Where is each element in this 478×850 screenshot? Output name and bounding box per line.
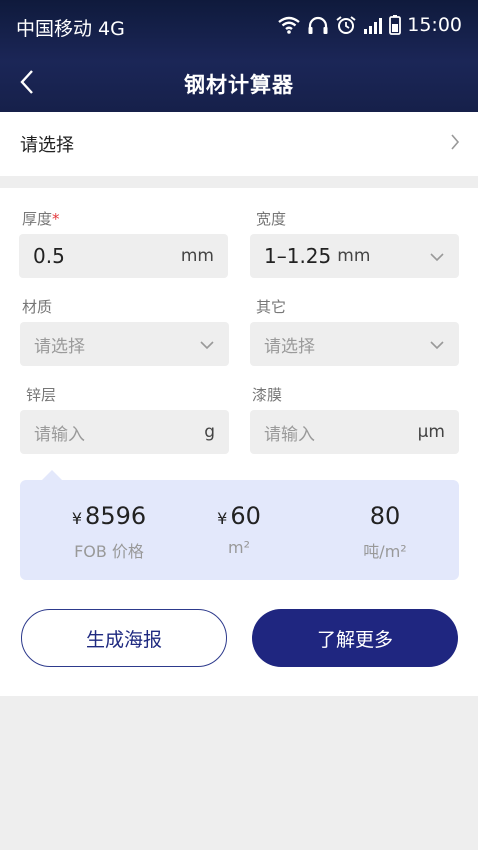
- status-icons: 15:00: [277, 14, 462, 36]
- thickness-value: 0.5: [33, 244, 65, 268]
- nav-bar: 钢材计算器: [0, 55, 478, 112]
- status-time: 15:00: [407, 14, 462, 36]
- material-label: 材质: [22, 298, 53, 316]
- app-header: 中国移动 4G 15:00 钢材计算器: [0, 0, 478, 112]
- required-mark: *: [52, 210, 60, 228]
- width-unit: mm: [337, 246, 371, 266]
- result-pointer: [42, 470, 62, 480]
- category-select-row[interactable]: 请选择: [0, 112, 478, 176]
- battery-icon: [389, 15, 402, 35]
- status-bar: 中国移动 4G 15:00: [0, 0, 478, 55]
- currency-symbol: ¥: [217, 509, 228, 528]
- chevron-down-icon: [199, 335, 215, 354]
- headphones-icon: [307, 15, 329, 35]
- zinc-label: 锌层: [26, 386, 57, 404]
- other-select[interactable]: 请选择: [250, 322, 459, 366]
- wifi-icon: [277, 15, 301, 35]
- generate-poster-button[interactable]: 生成海报: [21, 609, 227, 667]
- result-price-label: FOB 价格: [74, 542, 144, 561]
- result-area: ¥60 m²: [166, 480, 312, 580]
- paint-label: 漆膜: [252, 386, 283, 404]
- paint-input[interactable]: 请输入 μm: [250, 410, 459, 454]
- weight-number: 80: [369, 502, 401, 530]
- result-panel: ¥8596 FOB 价格 ¥60 m² 80 吨/m²: [20, 480, 459, 580]
- result-price: ¥8596 FOB 价格: [36, 480, 182, 580]
- zinc-unit: g: [204, 422, 215, 442]
- result-weight-label: 吨/m²: [363, 542, 407, 561]
- result-weight-value: 80: [312, 502, 458, 530]
- alarm-icon: [335, 15, 357, 35]
- price-number: 8596: [85, 502, 147, 530]
- category-select-label: 请选择: [20, 135, 74, 156]
- result-weight: 80 吨/m²: [312, 480, 458, 580]
- thickness-label: 厚度*: [22, 208, 60, 229]
- thickness-unit: mm: [180, 246, 214, 266]
- paint-unit: μm: [417, 422, 445, 442]
- currency-symbol: ¥: [71, 509, 83, 528]
- zinc-placeholder: 请输入: [34, 424, 85, 445]
- carrier-label: 中国移动 4G: [16, 18, 125, 40]
- width-label: 宽度: [256, 210, 287, 228]
- signal-icon: [363, 16, 383, 34]
- area-number: 60: [230, 502, 261, 530]
- result-area-value: ¥60: [166, 502, 312, 530]
- material-select[interactable]: 请选择: [20, 322, 229, 366]
- chevron-down-icon: [429, 247, 445, 266]
- chevron-down-icon: [429, 335, 445, 354]
- other-placeholder: 请选择: [264, 336, 315, 357]
- width-value: 1–1.25: [264, 244, 332, 268]
- thickness-label-text: 厚度: [22, 210, 53, 228]
- chevron-right-icon: [450, 133, 460, 155]
- other-label: 其它: [256, 298, 287, 316]
- zinc-input[interactable]: 请输入 g: [20, 410, 229, 454]
- result-price-value: ¥8596: [36, 502, 182, 530]
- paint-placeholder: 请输入: [264, 424, 315, 445]
- result-area-label: m²: [228, 538, 250, 557]
- page-title: 钢材计算器: [184, 73, 294, 97]
- width-select[interactable]: 1–1.25 mm: [250, 234, 459, 278]
- thickness-input[interactable]: 0.5 mm: [19, 234, 228, 278]
- calculator-form: 厚度* 0.5 mm 宽度 1–1.25 mm 材质 请选择 其它 请选择 锌层…: [0, 188, 478, 696]
- material-placeholder: 请选择: [34, 336, 85, 357]
- learn-more-button[interactable]: 了解更多: [252, 609, 458, 667]
